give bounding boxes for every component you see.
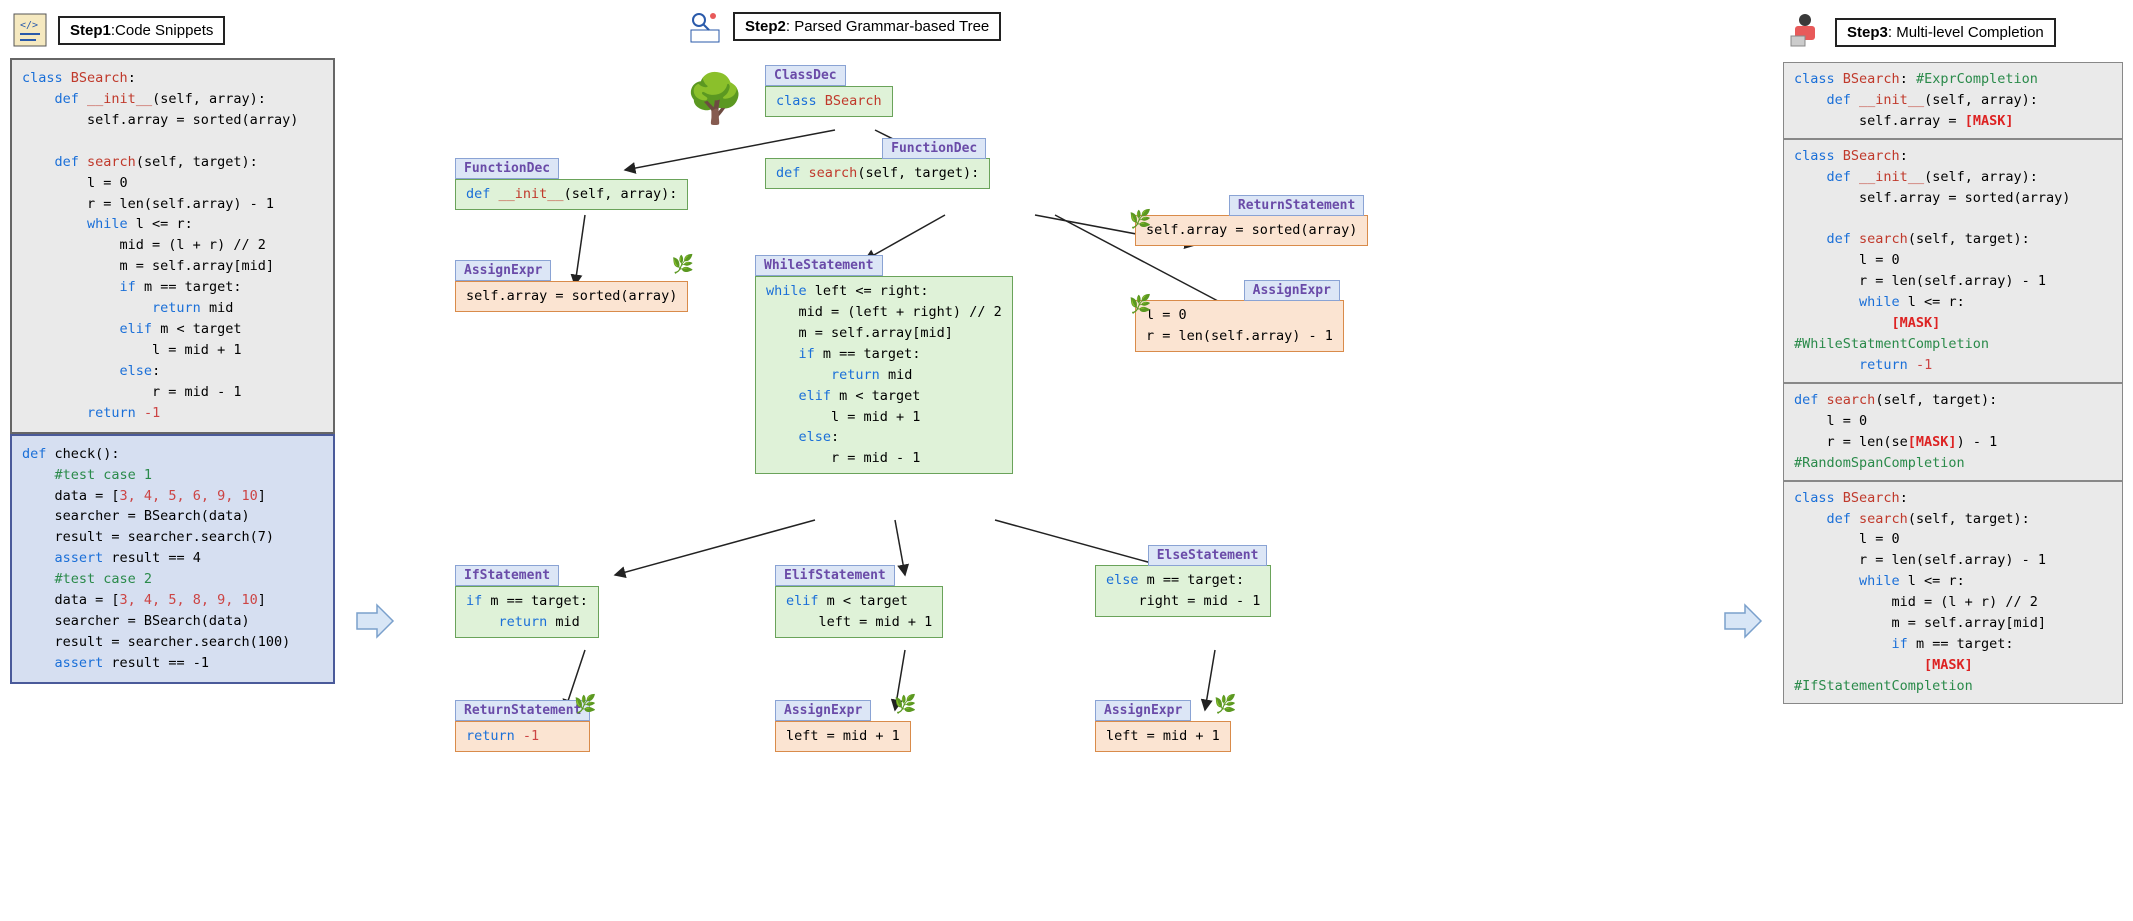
leaf-icon: 🌿 bbox=[894, 694, 916, 715]
code-if: if m == target: return mid bbox=[455, 586, 599, 638]
arrow-right-icon bbox=[355, 598, 395, 652]
step2-title-box: Step2: Parsed Grammar-based Tree bbox=[733, 12, 1001, 41]
node-fdec2: FunctionDec def search(self, target): bbox=[765, 158, 990, 189]
step2-label: Step2 bbox=[745, 18, 786, 35]
step1-header: </> Step1:Code Snippets bbox=[10, 10, 335, 50]
leaf-icon: 🌿 bbox=[672, 254, 694, 275]
parse-icon bbox=[685, 6, 725, 46]
label-return2: ReturnStatement bbox=[455, 700, 590, 721]
node-assign4: AssignExpr 🌿 left = mid + 1 bbox=[1095, 700, 1231, 752]
code-assign2: l = 0 r = len(self.array) - 1 bbox=[1135, 300, 1344, 352]
step3-label: Step3 bbox=[1847, 24, 1888, 41]
code-assign3: left = mid + 1 bbox=[775, 721, 911, 752]
panel-expr-completion: class BSearch: #ExprCompletion def __ini… bbox=[1783, 62, 2123, 139]
person-laptop-icon bbox=[1783, 10, 1827, 54]
step3-title: : Multi-level Completion bbox=[1888, 24, 2044, 41]
node-assign2: AssignExpr 🌿 l = 0 r = len(self.array) -… bbox=[1135, 300, 1344, 352]
label-assign2: AssignExpr bbox=[1244, 280, 1340, 301]
svg-text:</>: </> bbox=[20, 20, 38, 31]
step3-title-box: Step3: Multi-level Completion bbox=[1835, 18, 2056, 47]
panel-span-completion: def search(self, target): l = 0 r = len(… bbox=[1783, 383, 2123, 481]
leaf-icon: 🌿 bbox=[1214, 694, 1236, 715]
code-snippet-2: def check(): #test case 1 data = [3, 4, … bbox=[10, 434, 335, 684]
code-snippet-1: class BSearch: def __init__(self, array)… bbox=[10, 58, 335, 434]
step3-header: Step3: Multi-level Completion bbox=[1783, 10, 2123, 54]
leaf-icon: 🌿 bbox=[1129, 209, 1151, 230]
panel-if-completion: class BSearch: def search(self, target):… bbox=[1783, 481, 2123, 704]
step1-label: Step1 bbox=[70, 22, 111, 39]
tree-icon: 🌳 bbox=[685, 70, 745, 127]
code-elif: elif m < target left = mid + 1 bbox=[775, 586, 943, 638]
step1-title: :Code Snippets bbox=[111, 22, 214, 39]
code-file-icon: </> bbox=[10, 10, 50, 50]
label-assign4: AssignExpr bbox=[1095, 700, 1191, 721]
node-if: IfStatement if m == target: return mid bbox=[455, 565, 599, 638]
label-assign1: AssignExpr bbox=[455, 260, 551, 281]
code-assign4: left = mid + 1 bbox=[1095, 721, 1231, 752]
node-fdec1: FunctionDec def __init__(self, array): bbox=[455, 158, 688, 210]
tree-area: Step2: Parsed Grammar-based Tree 🌳 Class… bbox=[415, 10, 1703, 890]
code-fdec1: def __init__(self, array): bbox=[455, 179, 688, 210]
node-assign3: AssignExpr 🌿 left = mid + 1 bbox=[775, 700, 911, 752]
label-fdec2: FunctionDec bbox=[882, 138, 986, 159]
label-elif: ElifStatement bbox=[775, 565, 895, 586]
node-elif: ElifStatement elif m < target left = mid… bbox=[775, 565, 943, 638]
label-assign3: AssignExpr bbox=[775, 700, 871, 721]
node-classdec: ClassDec class BSearch bbox=[765, 65, 893, 117]
panel-while-completion: class BSearch: def __init__(self, array)… bbox=[1783, 139, 2123, 383]
leaf-icon: 🌿 bbox=[574, 694, 596, 715]
code-return1: self.array = sorted(array) bbox=[1135, 215, 1368, 246]
node-return2: ReturnStatement 🌿 return -1 bbox=[455, 700, 590, 752]
node-assign1: AssignExpr 🌿 self.array = sorted(array) bbox=[455, 260, 688, 312]
code-else: else m == target: right = mid - 1 bbox=[1095, 565, 1271, 617]
label-if: IfStatement bbox=[455, 565, 559, 586]
label-else: ElseStatement bbox=[1148, 545, 1268, 566]
code-return2: return -1 bbox=[455, 721, 590, 752]
label-while: WhileStatement bbox=[755, 255, 883, 276]
completion-panels: class BSearch: #ExprCompletion def __ini… bbox=[1783, 62, 2123, 704]
code-assign1: self.array = sorted(array) bbox=[455, 281, 688, 312]
main-container: </> Step1:Code Snippets class BSearch: d… bbox=[10, 10, 2123, 890]
node-while: WhileStatement while left <= right: mid … bbox=[755, 255, 1013, 474]
step2-header: Step2: Parsed Grammar-based Tree bbox=[685, 6, 1001, 46]
label-fdec1: FunctionDec bbox=[455, 158, 559, 179]
node-return1: ReturnStatement 🌿 self.array = sorted(ar… bbox=[1135, 215, 1368, 246]
label-return1: ReturnStatement bbox=[1229, 195, 1364, 216]
code-while: while left <= right: mid = (left + right… bbox=[755, 276, 1013, 474]
step1-title-box: Step1:Code Snippets bbox=[58, 16, 225, 45]
leaf-icon: 🌿 bbox=[1129, 294, 1151, 315]
step1-column: </> Step1:Code Snippets class BSearch: d… bbox=[10, 10, 335, 684]
code-classdec: class BSearch bbox=[765, 86, 893, 117]
arrow-right-icon bbox=[1723, 598, 1763, 652]
node-else: ElseStatement else m == target: right = … bbox=[1095, 565, 1271, 617]
step2-title: : Parsed Grammar-based Tree bbox=[786, 18, 989, 35]
step3-column: Step3: Multi-level Completion class BSea… bbox=[1783, 10, 2123, 704]
label-classdec: ClassDec bbox=[765, 65, 846, 86]
code-fdec2: def search(self, target): bbox=[765, 158, 990, 189]
